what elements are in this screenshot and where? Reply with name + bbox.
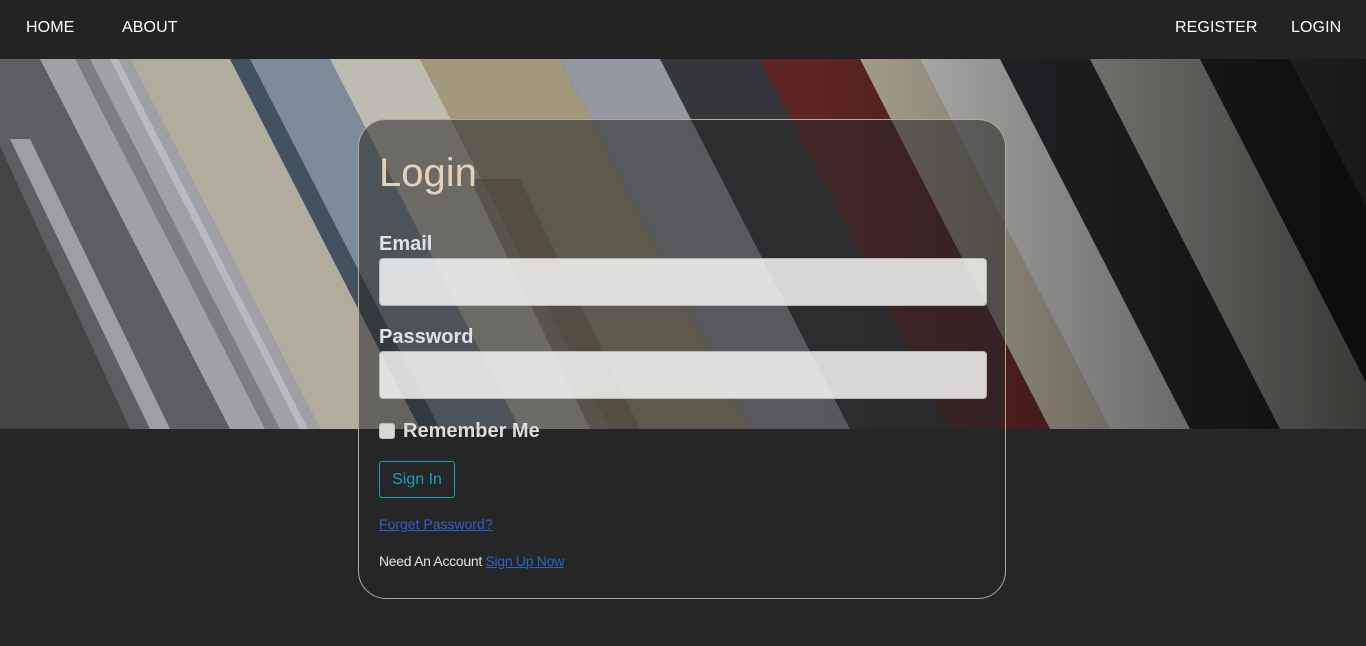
nav-register-link[interactable]: REGISTER bbox=[1175, 19, 1258, 37]
password-input[interactable] bbox=[379, 351, 987, 399]
email-label: Email bbox=[379, 233, 433, 255]
password-label: Password bbox=[379, 326, 474, 348]
login-card: Login Email Password Remember Me Sign In… bbox=[358, 119, 1006, 599]
email-input[interactable] bbox=[379, 258, 987, 306]
need-account-line: Need An Account Sign Up Now bbox=[379, 553, 564, 569]
need-account-text: Need An Account bbox=[379, 553, 482, 569]
forget-password-link[interactable]: Forget Password? bbox=[379, 516, 493, 532]
nav-login-link[interactable]: LOGIN bbox=[1291, 19, 1341, 37]
remember-me-label[interactable]: Remember Me bbox=[403, 420, 540, 442]
login-title: Login bbox=[379, 151, 477, 195]
nav-home-link[interactable]: HOME bbox=[26, 19, 74, 37]
sign-up-now-link[interactable]: Sign Up Now bbox=[486, 553, 565, 569]
remember-me-checkbox[interactable] bbox=[379, 423, 395, 439]
nav-about-link[interactable]: ABOUT bbox=[122, 19, 178, 37]
sign-in-button[interactable]: Sign In bbox=[379, 461, 455, 498]
top-navbar: HOME ABOUT REGISTER LOGIN bbox=[0, 0, 1366, 59]
